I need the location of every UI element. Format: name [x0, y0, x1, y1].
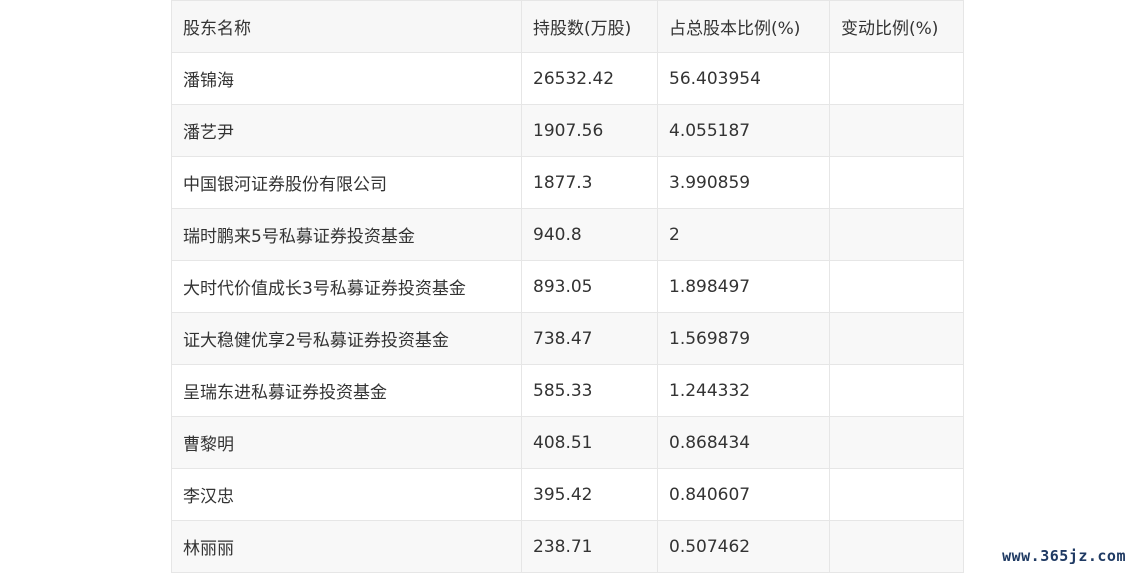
table-row: 瑞时鹏来5号私募证券投资基金 940.8 2: [171, 208, 964, 261]
cell-name: 呈瑞东进私募证券投资基金: [171, 364, 522, 417]
cell-shares: 395.42: [521, 468, 658, 521]
table-row: 中国银河证券股份有限公司 1877.3 3.990859: [171, 156, 964, 209]
cell-ratio: 1.244332: [657, 364, 830, 417]
cell-name: 证大稳健优享2号私募证券投资基金: [171, 312, 522, 365]
header-ratio: 占总股本比例(%): [657, 0, 830, 53]
cell-name: 中国银河证券股份有限公司: [171, 156, 522, 209]
site-watermark: www.365jz.com: [1002, 547, 1126, 565]
table-row: 潘艺尹 1907.56 4.055187: [171, 104, 964, 157]
cell-name: 潘艺尹: [171, 104, 522, 157]
table-row: 证大稳健优享2号私募证券投资基金 738.47 1.569879: [171, 312, 964, 365]
cell-name: 林丽丽: [171, 520, 522, 573]
cell-shares: 1877.3: [521, 156, 658, 209]
table-row: 呈瑞东进私募证券投资基金 585.33 1.244332: [171, 364, 964, 417]
cell-change: [829, 260, 964, 313]
cell-shares: 585.33: [521, 364, 658, 417]
cell-ratio: 3.990859: [657, 156, 830, 209]
header-shareholder-name: 股东名称: [171, 0, 522, 53]
cell-change: [829, 52, 964, 105]
cell-name: 潘锦海: [171, 52, 522, 105]
table-row: 李汉忠 395.42 0.840607: [171, 468, 964, 521]
cell-ratio: 1.898497: [657, 260, 830, 313]
cell-change: [829, 312, 964, 365]
cell-change: [829, 156, 964, 209]
cell-shares: 408.51: [521, 416, 658, 469]
cell-name: 大时代价值成长3号私募证券投资基金: [171, 260, 522, 313]
shareholders-table: 股东名称 持股数(万股) 占总股本比例(%) 变动比例(%) 潘锦海 26532…: [171, 0, 964, 573]
cell-change: [829, 208, 964, 261]
cell-shares: 940.8: [521, 208, 658, 261]
cell-shares: 26532.42: [521, 52, 658, 105]
table-row: 曹黎明 408.51 0.868434: [171, 416, 964, 469]
page: 股东名称 持股数(万股) 占总股本比例(%) 变动比例(%) 潘锦海 26532…: [0, 0, 1134, 573]
table-row: 林丽丽 238.71 0.507462: [171, 520, 964, 573]
cell-name: 李汉忠: [171, 468, 522, 521]
cell-ratio: 0.868434: [657, 416, 830, 469]
cell-change: [829, 364, 964, 417]
cell-shares: 893.05: [521, 260, 658, 313]
cell-change: [829, 520, 964, 573]
cell-ratio: 0.840607: [657, 468, 830, 521]
table-header-row: 股东名称 持股数(万股) 占总股本比例(%) 变动比例(%): [171, 0, 964, 53]
cell-shares: 738.47: [521, 312, 658, 365]
header-shares: 持股数(万股): [521, 0, 658, 53]
cell-name: 曹黎明: [171, 416, 522, 469]
cell-change: [829, 468, 964, 521]
cell-ratio: 4.055187: [657, 104, 830, 157]
table-row: 大时代价值成长3号私募证券投资基金 893.05 1.898497: [171, 260, 964, 313]
cell-change: [829, 416, 964, 469]
header-change-ratio: 变动比例(%): [829, 0, 964, 53]
cell-change: [829, 104, 964, 157]
cell-ratio: 0.507462: [657, 520, 830, 573]
cell-ratio: 1.569879: [657, 312, 830, 365]
cell-ratio: 2: [657, 208, 830, 261]
cell-shares: 1907.56: [521, 104, 658, 157]
cell-shares: 238.71: [521, 520, 658, 573]
cell-ratio: 56.403954: [657, 52, 830, 105]
cell-name: 瑞时鹏来5号私募证券投资基金: [171, 208, 522, 261]
table-row: 潘锦海 26532.42 56.403954: [171, 52, 964, 105]
